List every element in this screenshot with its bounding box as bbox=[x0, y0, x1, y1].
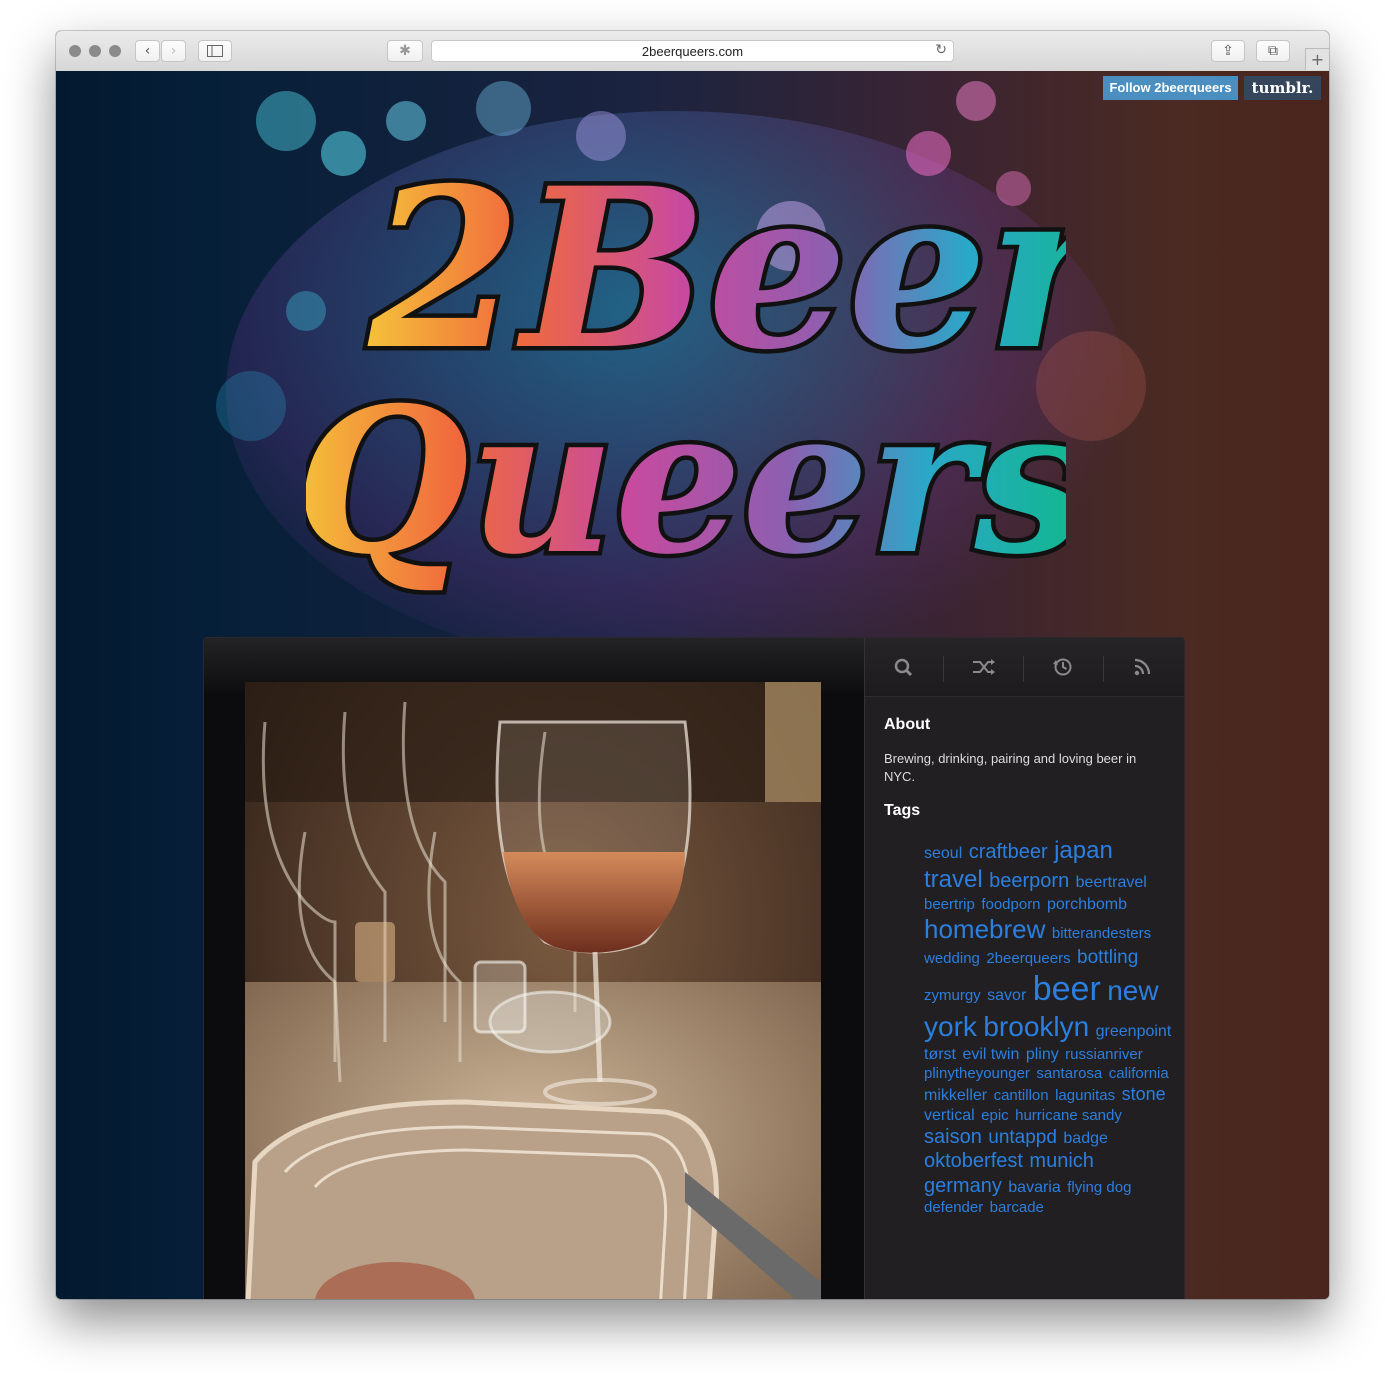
tag-cloud: seoul craftbeer japan travel beerporn be… bbox=[924, 836, 1174, 1218]
tag-link[interactable]: brooklyn bbox=[983, 1011, 1089, 1042]
shuffle-icon[interactable] bbox=[968, 656, 998, 678]
reload-icon[interactable]: ↻ bbox=[935, 42, 947, 58]
tag-link[interactable]: evil twin bbox=[962, 1046, 1019, 1063]
new-tab-button[interactable]: + bbox=[1305, 48, 1329, 70]
tag-link[interactable]: 2beerqueers bbox=[986, 950, 1070, 967]
tag-link[interactable]: defender bbox=[924, 1199, 983, 1216]
history-icon[interactable] bbox=[1048, 656, 1078, 678]
tag-link[interactable]: oktoberfest bbox=[924, 1150, 1023, 1172]
tag-link[interactable]: mikkeller bbox=[924, 1087, 987, 1104]
tag-link[interactable]: bottling bbox=[1077, 947, 1138, 968]
tag-link[interactable]: russianriver bbox=[1065, 1046, 1143, 1063]
tag-link[interactable]: beertravel bbox=[1076, 874, 1147, 891]
post-photo[interactable] bbox=[245, 682, 821, 1299]
minimize-window-button[interactable] bbox=[89, 45, 101, 57]
tag-link[interactable]: vertical bbox=[924, 1107, 975, 1124]
tag-link[interactable]: germany bbox=[924, 1175, 1002, 1197]
back-button[interactable]: ‹ bbox=[135, 40, 160, 62]
tag-link[interactable]: munich bbox=[1029, 1150, 1093, 1172]
svg-text:2Beer: 2Beer bbox=[367, 139, 1066, 398]
follow-button[interactable]: Follow 2beerqueers bbox=[1103, 76, 1238, 100]
divider bbox=[943, 656, 944, 682]
tag-link[interactable]: beerporn bbox=[989, 870, 1069, 892]
tag-link[interactable]: craftbeer bbox=[969, 841, 1048, 863]
tag-link[interactable]: saison bbox=[924, 1126, 982, 1148]
tag-link[interactable]: japan bbox=[1054, 837, 1113, 864]
extension-button[interactable]: ✱ bbox=[387, 40, 423, 62]
bokeh-light bbox=[216, 371, 286, 441]
sidebar-icon bbox=[207, 45, 223, 57]
show-tabs-button[interactable]: ⧉ bbox=[1256, 40, 1290, 62]
tag-link[interactable]: california bbox=[1109, 1065, 1169, 1082]
tag-link[interactable]: seoul bbox=[924, 845, 962, 862]
tags-heading: Tags bbox=[884, 802, 921, 819]
tag-link[interactable]: homebrew bbox=[924, 914, 1045, 944]
about-description: Brewing, drinking, pairing and loving be… bbox=[884, 751, 1137, 784]
back-icon: ‹ bbox=[144, 43, 151, 59]
beer-photo-illustration bbox=[245, 682, 821, 1299]
sidebar-toolbar bbox=[865, 638, 1184, 697]
about-heading: About bbox=[884, 716, 931, 733]
share-button[interactable]: ⇪ bbox=[1211, 40, 1245, 62]
share-icon: ⇪ bbox=[1222, 43, 1234, 59]
forward-icon: › bbox=[170, 43, 177, 59]
url-text: 2beerqueers.com bbox=[641, 44, 744, 59]
blog-logo: 2Beer Queers bbox=[306, 135, 1066, 604]
tag-link[interactable]: barcade bbox=[990, 1199, 1044, 1216]
tag-link[interactable]: stone bbox=[1122, 1084, 1166, 1104]
tag-link[interactable]: greenpoint bbox=[1096, 1023, 1172, 1040]
content-panel: About Brewing, drinking, pairing and lov… bbox=[203, 637, 1185, 1299]
tag-link[interactable]: wedding bbox=[924, 950, 980, 967]
tag-link[interactable]: santarosa bbox=[1036, 1065, 1102, 1082]
plus-icon: + bbox=[1310, 50, 1325, 69]
tag-link[interactable]: epic bbox=[981, 1107, 1009, 1124]
forward-button[interactable]: › bbox=[161, 40, 186, 62]
tabs-icon: ⧉ bbox=[1268, 43, 1278, 59]
tag-link[interactable]: beer bbox=[1033, 970, 1101, 1008]
zoom-window-button[interactable] bbox=[109, 45, 121, 57]
tag-link[interactable]: porchbomb bbox=[1047, 896, 1127, 913]
tag-link[interactable]: bitterandesters bbox=[1052, 925, 1151, 942]
tag-link[interactable]: plinytheyounger bbox=[924, 1065, 1030, 1082]
search-icon[interactable] bbox=[888, 656, 918, 678]
tag-link[interactable]: hurricane sandy bbox=[1015, 1107, 1122, 1124]
browser-window: ‹ › ✱ 2beerqueers.com ↻ ⇪ ⧉ + Follow 2be… bbox=[56, 31, 1329, 1299]
tag-link[interactable]: savor bbox=[987, 987, 1026, 1004]
tag-link[interactable]: flying dog bbox=[1067, 1179, 1131, 1196]
sidebar-toggle-button[interactable] bbox=[198, 40, 232, 62]
tag-link[interactable]: travel bbox=[924, 866, 983, 893]
tag-link[interactable]: foodporn bbox=[981, 896, 1040, 913]
tag-link[interactable]: beertrip bbox=[924, 896, 975, 913]
puzzle-icon: ✱ bbox=[399, 43, 411, 59]
tag-link[interactable]: lagunitas bbox=[1055, 1087, 1115, 1104]
divider bbox=[1023, 656, 1024, 682]
tag-link[interactable]: zymurgy bbox=[924, 987, 981, 1004]
rss-icon[interactable] bbox=[1128, 656, 1158, 678]
divider bbox=[1103, 656, 1104, 682]
tag-link[interactable]: pliny bbox=[1026, 1046, 1059, 1063]
tumblr-logo-link[interactable]: tumblr. bbox=[1244, 76, 1321, 100]
web-page: Follow 2beerqueers tumblr. 2Beer Queers bbox=[56, 71, 1329, 1299]
svg-text:Queers: Queers bbox=[306, 364, 1066, 599]
address-bar[interactable]: 2beerqueers.com ↻ bbox=[431, 40, 954, 62]
blog-sidebar: About Brewing, drinking, pairing and lov… bbox=[864, 638, 1184, 1299]
tag-link[interactable]: cantillon bbox=[994, 1087, 1049, 1104]
tag-link[interactable]: badge bbox=[1063, 1130, 1108, 1147]
close-window-button[interactable] bbox=[69, 45, 81, 57]
tag-link[interactable]: bavaria bbox=[1008, 1179, 1060, 1196]
tag-link[interactable]: untappd bbox=[988, 1127, 1057, 1148]
tag-link[interactable]: tørst bbox=[924, 1046, 956, 1063]
browser-toolbar: ‹ › ✱ 2beerqueers.com ↻ ⇪ ⧉ + bbox=[56, 31, 1329, 72]
